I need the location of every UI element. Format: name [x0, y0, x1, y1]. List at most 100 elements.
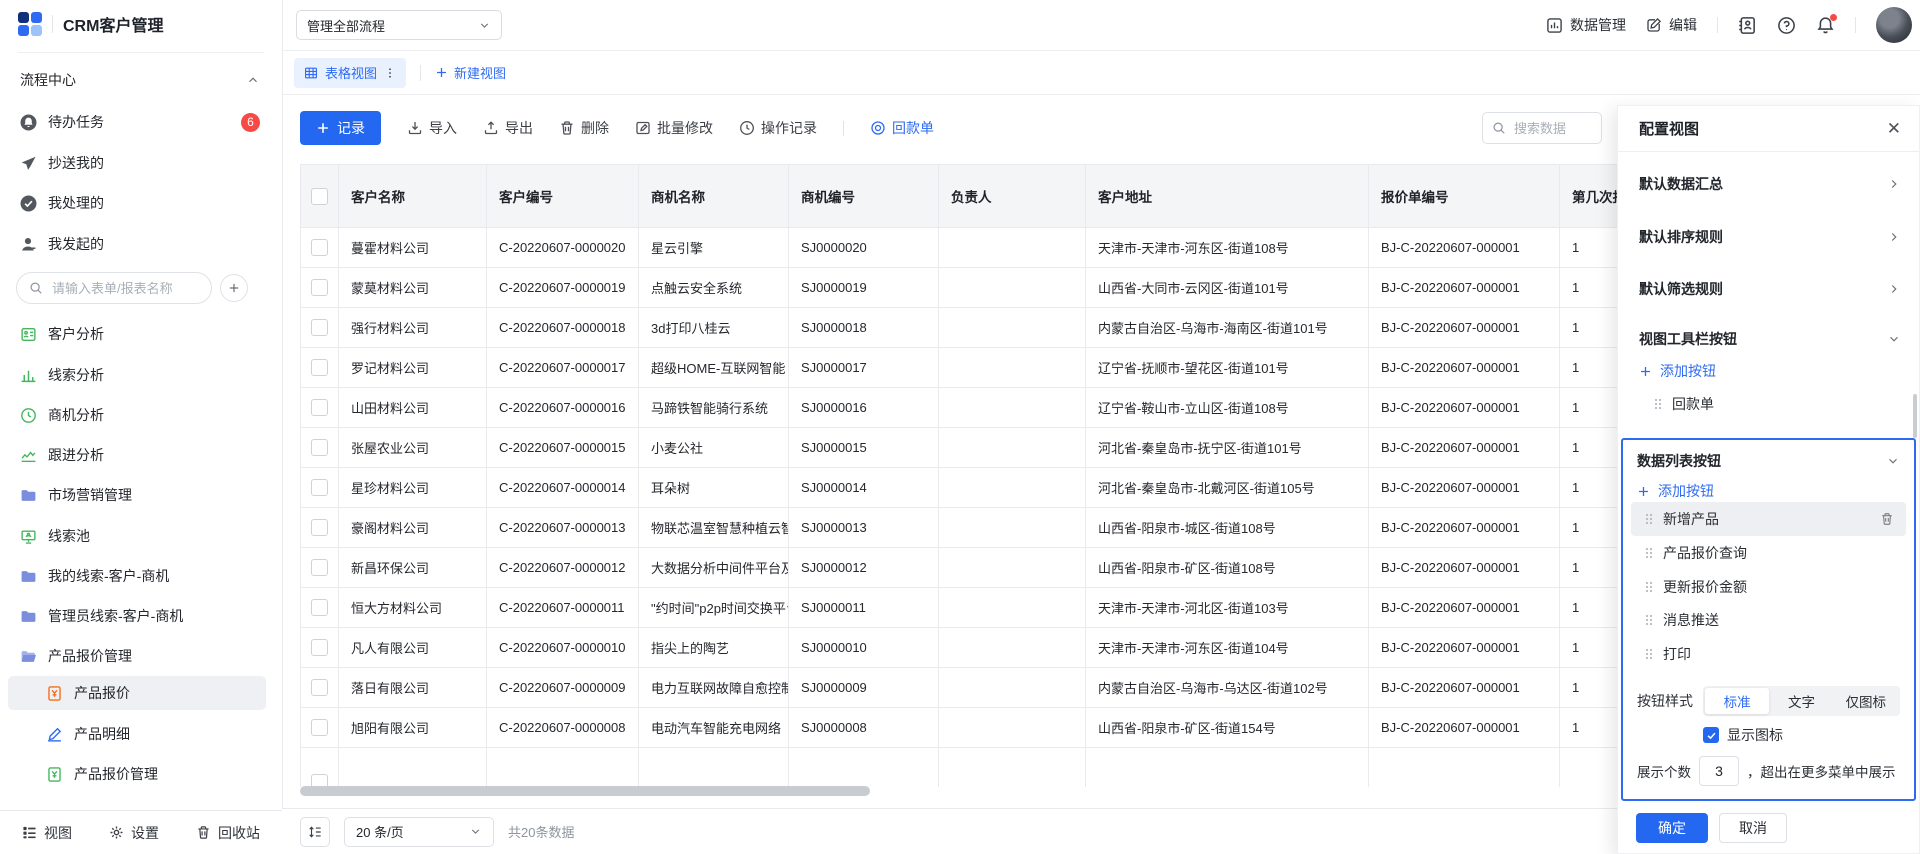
page-size-dropdown[interactable]: 20 条/页 [344, 817, 494, 847]
clock-icon [739, 120, 755, 136]
row-checkbox[interactable] [301, 668, 339, 707]
table-search-field[interactable] [1482, 112, 1602, 144]
recycle-bin-button[interactable]: 回收站 [196, 823, 260, 843]
display-count-input[interactable] [1699, 756, 1739, 786]
sidebar-search-input[interactable] [50, 280, 194, 297]
column-header[interactable]: 客户地址 [1086, 165, 1369, 227]
list-button-item-print[interactable]: 打印 [1644, 637, 1691, 671]
sidebar-item-cc-to-me[interactable]: 抄送我的 [0, 146, 282, 180]
help-icon[interactable] [1777, 16, 1796, 35]
sidebar-item-initiated-by-me[interactable]: 我发起的 [0, 227, 282, 261]
column-header[interactable]: 报价单编号 [1369, 165, 1560, 227]
sidebar-item-admin-leads[interactable]: 管理员线索-客户-商机 [0, 599, 282, 633]
user-avatar[interactable] [1876, 7, 1912, 43]
operation-log-button[interactable]: 操作记录 [739, 118, 817, 138]
add-form-button[interactable] [220, 274, 248, 302]
column-header[interactable]: 负责人 [939, 165, 1086, 227]
receipt-button[interactable]: 回款单 [870, 118, 934, 138]
section-data-list-buttons[interactable]: 数据列表按钮 [1637, 446, 1900, 476]
select-all-checkbox[interactable] [301, 165, 339, 227]
row-checkbox[interactable] [301, 708, 339, 747]
sidebar-item-product-quote-management[interactable]: 产品报价管理 [0, 757, 282, 791]
list-button-item-new-product[interactable]: 新增产品 [1631, 502, 1906, 536]
sidebar-item-my-leads[interactable]: 我的线索-客户-商机 [0, 559, 282, 593]
table-cell: C-20220607-0000020 [487, 228, 639, 267]
row-checkbox[interactable] [301, 348, 339, 387]
row-height-button[interactable] [300, 817, 330, 847]
column-header[interactable]: 商机名称 [639, 165, 789, 227]
section-default-summary[interactable]: 默认数据汇总 [1639, 166, 1901, 202]
column-header[interactable]: 客户名称 [339, 165, 487, 227]
trash-icon [559, 120, 575, 136]
style-option-standard[interactable]: 标准 [1705, 688, 1769, 714]
tab-table-view[interactable]: 表格视图 [294, 58, 406, 88]
style-option-text[interactable]: 文字 [1769, 688, 1833, 714]
column-header[interactable]: 商机编号 [789, 165, 939, 227]
new-view-button[interactable]: 新建视图 [435, 63, 506, 82]
sidebar-item-marketing-management[interactable]: 市场营销管理 [0, 478, 282, 512]
sidebar-section-process-center[interactable]: 流程中心 [0, 63, 282, 97]
row-checkbox[interactable] [301, 548, 339, 587]
close-icon[interactable]: ✕ [1887, 120, 1901, 137]
row-checkbox[interactable] [301, 228, 339, 267]
table-cell: 天津市-天津市-河北区-街道103号 [1086, 588, 1369, 627]
panel-scrollbar[interactable] [1913, 394, 1917, 438]
add-list-button[interactable]: 添加按钮 [1637, 478, 1714, 504]
divider [843, 121, 844, 136]
list-button-item-quote-query[interactable]: 产品报价查询 [1644, 536, 1747, 570]
table-search-input[interactable] [1512, 120, 1592, 137]
cancel-button[interactable]: 取消 [1719, 813, 1787, 843]
table-row: 强行材料公司C-20220607-00000183d打印八桂云SJ0000018… [301, 307, 1634, 347]
delete-button[interactable]: 删除 [559, 118, 609, 138]
sidebar-item-todo-tasks[interactable]: 待办任务 6 [0, 105, 282, 139]
views-button[interactable]: 视图 [22, 823, 72, 843]
settings-button[interactable]: 设置 [109, 823, 159, 843]
list-button-item-message-push[interactable]: 消息推送 [1644, 603, 1719, 637]
sidebar-item-customer-analysis[interactable]: 客户分析 [0, 317, 282, 351]
column-header[interactable]: 客户编号 [487, 165, 639, 227]
sidebar-item-followup-analysis[interactable]: 跟进分析 [0, 438, 282, 472]
row-checkbox[interactable] [301, 508, 339, 547]
more-options-icon[interactable] [384, 67, 396, 79]
row-checkbox[interactable] [301, 308, 339, 347]
sidebar-item-product-quote[interactable]: 产品报价 [8, 676, 266, 710]
add-toolbar-button[interactable]: 添加按钮 [1639, 358, 1716, 384]
row-checkbox[interactable] [301, 748, 339, 787]
sidebar-item-opportunity-analysis[interactable]: 商机分析 [0, 398, 282, 432]
horizontal-scrollbar[interactable] [300, 786, 870, 796]
sidebar-item-leads-analysis[interactable]: 线索分析 [0, 358, 282, 392]
row-checkbox[interactable] [301, 428, 339, 467]
section-default-sort[interactable]: 默认排序规则 [1639, 219, 1901, 255]
contacts-icon[interactable] [1738, 16, 1757, 35]
import-button[interactable]: 导入 [407, 118, 457, 138]
data-manage-button[interactable]: 数据管理 [1546, 15, 1626, 35]
table-cell: 耳朵树 [639, 468, 789, 507]
add-record-button[interactable]: 记录 [300, 111, 381, 145]
row-checkbox[interactable] [301, 468, 339, 507]
table-cell: BJ-C-20220607-000001 [1369, 668, 1560, 707]
row-checkbox[interactable] [301, 628, 339, 667]
list-button-item-update-quote-amount[interactable]: 更新报价金额 [1644, 570, 1747, 604]
table-row-partial [301, 747, 1634, 787]
style-option-icon-only[interactable]: 仅图标 [1834, 688, 1898, 714]
notification-bell-icon[interactable] [1816, 16, 1835, 35]
sidebar-item-handled-by-me[interactable]: 我处理的 [0, 186, 282, 220]
confirm-button[interactable]: 确定 [1636, 813, 1708, 843]
section-view-toolbar-buttons[interactable]: 视图工具栏按钮 [1639, 321, 1901, 357]
sidebar-item-product-quote-management-group[interactable]: 产品报价管理 [0, 639, 282, 673]
sidebar-item-product-detail[interactable]: 产品明细 [0, 717, 282, 751]
delete-item-icon[interactable] [1880, 512, 1894, 526]
flow-select-dropdown[interactable]: 管理全部流程 [296, 10, 502, 40]
show-icon-checkbox[interactable] [1703, 727, 1719, 743]
row-checkbox[interactable] [301, 388, 339, 427]
sidebar-item-lead-pool[interactable]: 线索池 [0, 519, 282, 553]
batch-edit-button[interactable]: 批量修改 [635, 118, 713, 138]
export-button[interactable]: 导出 [483, 118, 533, 138]
sidebar-search-field[interactable] [16, 272, 212, 304]
chevron-down-icon [469, 825, 482, 838]
section-default-filter[interactable]: 默认筛选规则 [1639, 271, 1901, 307]
edit-button[interactable]: 编辑 [1646, 15, 1697, 35]
row-checkbox[interactable] [301, 588, 339, 627]
toolbar-button-item-receipt[interactable]: 回款单 [1653, 390, 1714, 418]
row-checkbox[interactable] [301, 268, 339, 307]
